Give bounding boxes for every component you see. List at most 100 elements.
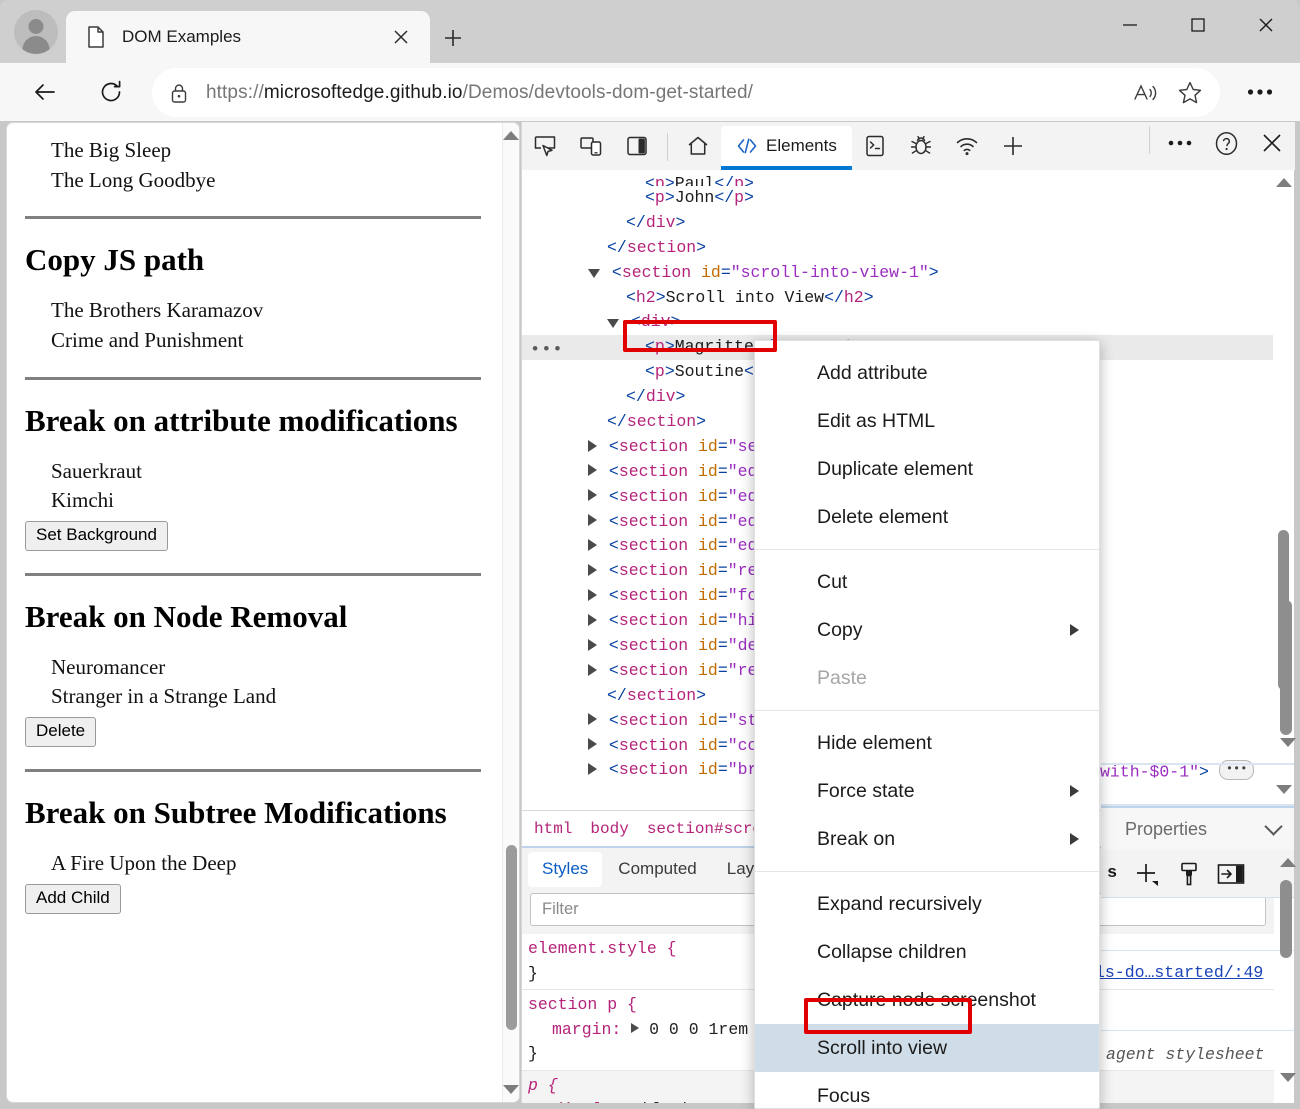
- device-emulation-icon[interactable]: [568, 124, 614, 168]
- page-action-button[interactable]: Delete: [25, 717, 96, 747]
- expand-triangle-icon[interactable]: [588, 269, 600, 278]
- collapse-triangle-icon[interactable]: [588, 614, 597, 626]
- add-style-rule-icon[interactable]: [1133, 860, 1161, 888]
- menu-item-expand-recursively[interactable]: Expand recursively: [755, 880, 1099, 928]
- back-button[interactable]: [26, 73, 64, 111]
- collapse-triangle-icon[interactable]: [588, 639, 597, 651]
- dom-scroll-down-icon[interactable]: [1276, 785, 1292, 794]
- menu-item-delete-element[interactable]: Delete element: [755, 493, 1099, 541]
- add-panel-icon[interactable]: [990, 124, 1036, 168]
- css-selector[interactable]: element.style {: [528, 939, 677, 958]
- page-scrollbar[interactable]: [502, 123, 519, 1102]
- sidebar-scroll-up-icon[interactable]: [1280, 858, 1296, 867]
- console-icon[interactable]: [852, 124, 898, 168]
- dom-right-scrollbar-thumb[interactable]: [1280, 600, 1292, 735]
- star-icon[interactable]: [1168, 73, 1212, 113]
- section-divider: [25, 377, 481, 380]
- close-window-button[interactable]: [1232, 0, 1300, 50]
- menu-item-label: Expand recursively: [817, 893, 982, 916]
- expand-triangle-icon[interactable]: [607, 319, 619, 328]
- menu-item-cut[interactable]: Cut: [755, 558, 1099, 606]
- help-icon[interactable]: [1203, 121, 1249, 165]
- url-path: /Demos/devtools-dom-get-started/: [463, 82, 753, 103]
- tab-elements[interactable]: Elements: [721, 126, 852, 170]
- dom-node[interactable]: <div>: [522, 310, 1274, 335]
- chevron-down-icon[interactable]: [1264, 817, 1282, 835]
- collapse-triangle-icon[interactable]: [588, 539, 597, 551]
- inspect-element-icon[interactable]: [522, 124, 568, 168]
- dock-side-icon[interactable]: [614, 124, 660, 168]
- menu-item-scroll-into-view[interactable]: Scroll into view: [755, 1024, 1099, 1072]
- menu-item-duplicate-element[interactable]: Duplicate element: [755, 445, 1099, 493]
- collapse-triangle-icon[interactable]: [588, 514, 597, 526]
- breadcrumb-item[interactable]: section#scro: [647, 820, 762, 838]
- read-aloud-icon[interactable]: [1124, 73, 1168, 113]
- css-selector[interactable]: section p {: [528, 995, 637, 1014]
- properties-section-header[interactable]: Properties: [1101, 806, 1294, 850]
- devtools-close-icon[interactable]: [1249, 121, 1295, 165]
- menu-item-edit-as-html[interactable]: Edit as HTML: [755, 397, 1099, 445]
- url-scheme: https://: [206, 82, 264, 103]
- browser-tab[interactable]: DOM Examples: [66, 11, 430, 63]
- new-tab-button[interactable]: [436, 21, 470, 55]
- color-picker-icon[interactable]: [1177, 861, 1201, 887]
- collapse-triangle-icon[interactable]: [588, 713, 597, 725]
- scroll-up-arrow-icon[interactable]: [503, 131, 519, 140]
- menu-item-break-on[interactable]: Break on: [755, 815, 1099, 863]
- css-selector[interactable]: p {: [528, 1076, 558, 1095]
- menu-item-add-attribute[interactable]: Add attribute: [755, 349, 1099, 397]
- menu-item-collapse-children[interactable]: Collapse children: [755, 928, 1099, 976]
- menu-item-capture-node-screenshot[interactable]: Capture node screenshot: [755, 976, 1099, 1024]
- style-source-link[interactable]: ls-do…started/:49: [1095, 963, 1263, 982]
- collapse-triangle-icon[interactable]: [588, 763, 597, 775]
- dom-node[interactable]: <p>Paul</p>: [522, 172, 1274, 186]
- devtools-more-icon[interactable]: [1157, 121, 1203, 165]
- address-bar[interactable]: https://microsoftedge.github.io/Demos/de…: [152, 68, 1220, 117]
- menu-item-hide-element[interactable]: Hide element: [755, 719, 1099, 767]
- breadcrumb-item[interactable]: html: [534, 820, 572, 838]
- menu-item-copy[interactable]: Copy: [755, 606, 1099, 654]
- user-agent-stylesheet-label: agent stylesheet: [1106, 1045, 1264, 1064]
- sidebar-divider-3: [1101, 950, 1294, 951]
- dom-node[interactable]: <p>John</p>: [522, 186, 1274, 211]
- dom-node[interactable]: <section id="scroll-into-view-1">: [522, 261, 1274, 286]
- context-menu[interactable]: Add attributeEdit as HTMLDuplicate eleme…: [754, 340, 1100, 1109]
- page-scrollbar-thumb[interactable]: [506, 845, 517, 1030]
- breadcrumb-item[interactable]: body: [590, 820, 628, 838]
- toggle-sidebar-icon[interactable]: [1217, 863, 1245, 885]
- page-paragraph: Neuromancer: [51, 654, 481, 682]
- network-icon[interactable]: [944, 124, 990, 168]
- collapse-triangle-icon[interactable]: [588, 664, 597, 676]
- page-action-button[interactable]: Add Child: [25, 884, 121, 914]
- styles-tab-computed[interactable]: Computed: [604, 852, 710, 887]
- menu-item-label: Copy: [817, 619, 863, 642]
- collapse-triangle-icon[interactable]: [588, 440, 597, 452]
- collapse-triangle-icon[interactable]: [588, 464, 597, 476]
- sidebar-scroll-down-icon[interactable]: [1280, 1073, 1296, 1082]
- scroll-down-arrow-icon[interactable]: [503, 1085, 519, 1094]
- dom-node-fragment[interactable]: with-$0-1"> •••: [1100, 762, 1254, 782]
- dom-right-scroll-down-icon[interactable]: [1280, 738, 1296, 747]
- minimize-button[interactable]: [1096, 0, 1164, 50]
- collapse-triangle-icon[interactable]: [588, 489, 597, 501]
- maximize-button[interactable]: [1164, 0, 1232, 50]
- home-icon[interactable]: [675, 124, 721, 168]
- collapse-triangle-icon[interactable]: [588, 589, 597, 601]
- dom-node[interactable]: <h2>Scroll into View</h2>: [522, 286, 1274, 311]
- menu-item-label: Break on: [817, 828, 895, 851]
- collapse-triangle-icon[interactable]: [588, 738, 597, 750]
- browser-more-button[interactable]: [1238, 70, 1282, 114]
- menu-item-force-state[interactable]: Force state: [755, 767, 1099, 815]
- debugger-icon[interactable]: [898, 124, 944, 168]
- page-action-button[interactable]: Set Background: [25, 521, 168, 551]
- dom-node[interactable]: </section>: [522, 236, 1274, 261]
- reload-button[interactable]: [92, 73, 130, 111]
- sidebar-scrollbar-thumb[interactable]: [1280, 880, 1292, 958]
- profile-avatar-button[interactable]: [14, 10, 58, 54]
- collapse-triangle-icon[interactable]: [588, 564, 597, 576]
- dom-node[interactable]: </div>: [522, 211, 1274, 236]
- close-icon[interactable]: [384, 20, 418, 54]
- menu-item-focus[interactable]: Focus: [755, 1072, 1099, 1109]
- dom-scroll-up-icon[interactable]: [1276, 178, 1292, 187]
- styles-tab-styles[interactable]: Styles: [528, 852, 602, 887]
